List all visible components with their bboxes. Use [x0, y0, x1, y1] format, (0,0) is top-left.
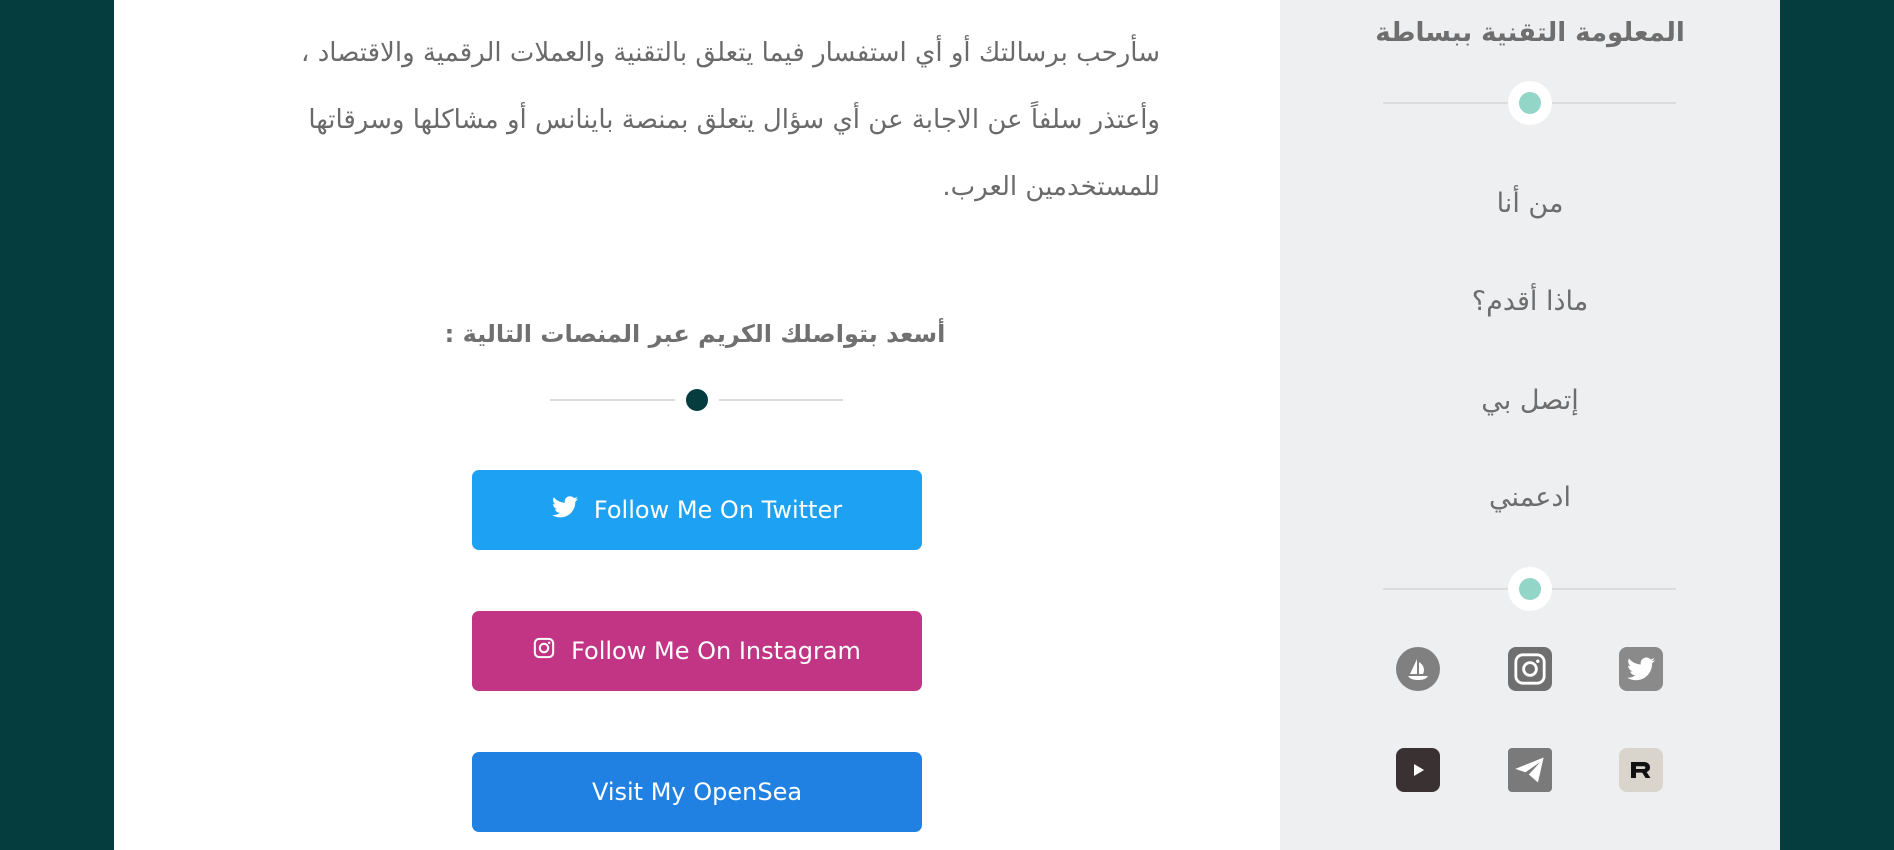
follow-twitter-button[interactable]: Follow Me On Twitter: [472, 470, 922, 550]
connect-title: أسعد بتواصلك الكريم عبر المنصات التالية …: [444, 320, 946, 348]
intro-line-2: وأعتذر سلفاً عن الاجابة عن أي سؤال يتعلق…: [308, 105, 1160, 135]
sidebar-divider-top-dot: [1519, 92, 1541, 114]
nav-item-services[interactable]: ماذا أقدم؟: [1280, 286, 1780, 317]
follow-instagram-label: Follow Me On Instagram: [571, 637, 861, 665]
sidebar-title: المعلومة التقنية ببساطة: [1375, 18, 1685, 48]
instagram-icon[interactable]: [1508, 647, 1552, 691]
sidebar: [1280, 0, 1780, 850]
section-divider-dot-ring: [675, 378, 719, 422]
follow-instagram-button[interactable]: Follow Me On Instagram: [472, 611, 922, 691]
sidebar-divider-bottom-ring: [1508, 567, 1552, 611]
nav-item-about[interactable]: من أنا: [1280, 188, 1780, 219]
opensea-icon[interactable]: [1396, 647, 1440, 691]
telegram-icon[interactable]: [1508, 748, 1552, 792]
sidebar-divider-top-ring: [1508, 81, 1552, 125]
rarible-icon[interactable]: [1619, 748, 1663, 792]
nav-item-contact[interactable]: إتصل بي: [1280, 385, 1780, 416]
youtube-icon[interactable]: [1396, 748, 1440, 792]
follow-twitter-label: Follow Me On Twitter: [593, 496, 843, 524]
nav-item-support[interactable]: ادعمني: [1280, 482, 1780, 513]
intro-line-1: سأرحب برسالتك أو أي استفسار فيما يتعلق ب…: [301, 38, 1160, 68]
intro-line-3: للمستخدمين العرب.: [942, 172, 1160, 202]
instagram-icon: [533, 637, 555, 665]
twitter-icon[interactable]: [1619, 647, 1663, 691]
sidebar-divider-bottom-dot: [1519, 578, 1541, 600]
section-divider-dot: [686, 389, 708, 411]
visit-opensea-label: Visit My OpenSea: [591, 778, 803, 806]
twitter-icon: [551, 496, 578, 524]
visit-opensea-button[interactable]: Visit My OpenSea: [472, 752, 922, 832]
intro-text: سأرحب برسالتك أو أي استفسار فيما يتعلق ب…: [280, 20, 1160, 221]
